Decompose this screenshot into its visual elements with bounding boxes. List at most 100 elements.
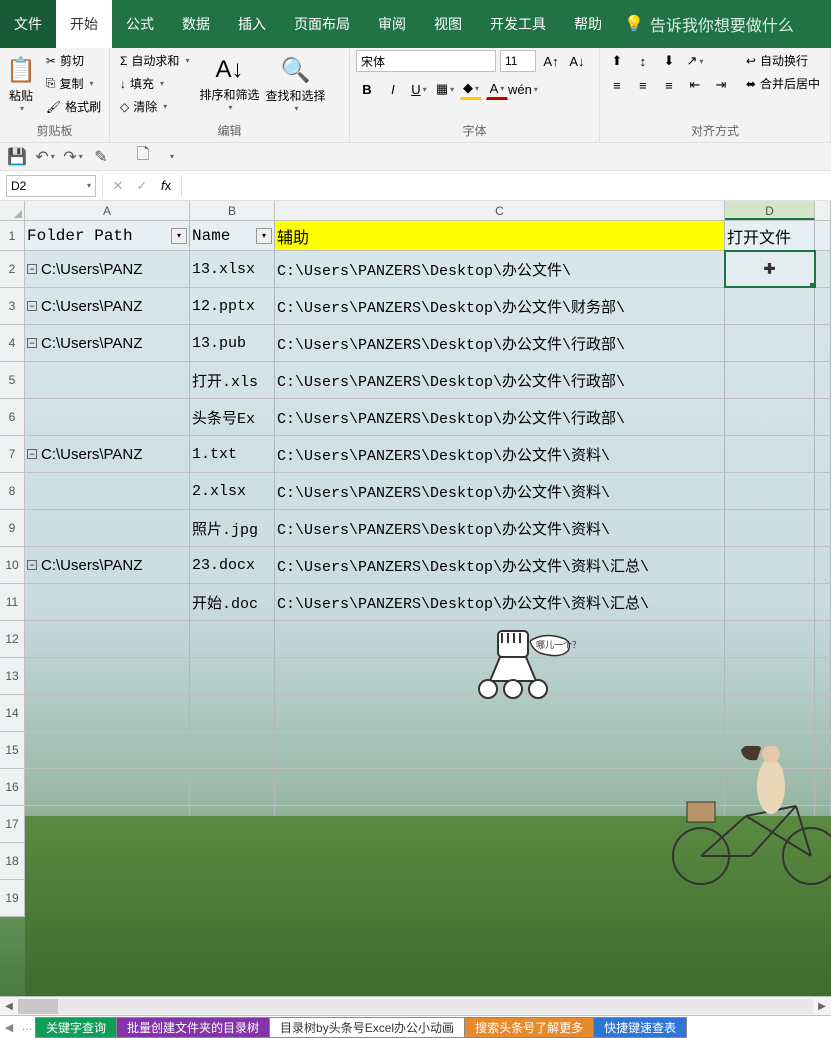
row-header[interactable]: 13 xyxy=(0,658,25,694)
tab-layout[interactable]: 页面布局 xyxy=(280,0,364,48)
cell-A9[interactable] xyxy=(25,510,190,546)
scroll-right-icon[interactable]: ▶ xyxy=(813,1001,831,1012)
border-button[interactable]: ▦▾ xyxy=(434,78,456,100)
cell-A19[interactable] xyxy=(25,880,190,916)
sheet-tab-3[interactable]: 目录树by头条号Excel办公小动画 xyxy=(269,1017,465,1038)
cell-C10[interactable]: C:\Users\PANZERS\Desktop\办公文件\资料\汇总\ xyxy=(275,547,725,583)
cell-D14[interactable] xyxy=(725,695,815,731)
sort-filter-button[interactable]: A↓ 排序和筛选▾ xyxy=(199,50,259,118)
outline-toggle[interactable]: − xyxy=(27,449,37,459)
indent-increase-button[interactable]: ⇥ xyxy=(710,74,732,96)
cell-D9[interactable] xyxy=(725,510,815,546)
scroll-left-icon[interactable]: ◀ xyxy=(0,1001,18,1012)
undo-button[interactable]: ↶▾ xyxy=(34,146,56,168)
cell-E6[interactable] xyxy=(815,399,831,435)
cell-C4[interactable]: C:\Users\PANZERS\Desktop\办公文件\行政部\ xyxy=(275,325,725,361)
row-header[interactable]: 5 xyxy=(0,362,25,398)
cell-C15[interactable] xyxy=(275,732,725,768)
row-header[interactable]: 7 xyxy=(0,436,25,472)
cell-A1[interactable]: Folder Path▾ xyxy=(25,221,190,250)
underline-button[interactable]: U▾ xyxy=(408,78,430,100)
cell-A2[interactable]: −C:\Users\PANZ xyxy=(25,251,190,287)
cell-E15[interactable] xyxy=(815,732,831,768)
orientation-button[interactable]: ↗▾ xyxy=(684,50,706,72)
cell-A13[interactable] xyxy=(25,658,190,694)
cell-D18[interactable] xyxy=(725,843,815,879)
row-header[interactable]: 1 xyxy=(0,221,25,250)
cell-D2[interactable]: ✚ xyxy=(725,251,815,287)
cell-D13[interactable] xyxy=(725,658,815,694)
col-header-d[interactable]: D xyxy=(725,201,815,220)
cell-C19[interactable] xyxy=(275,880,725,916)
name-box[interactable]: D2 ▾ xyxy=(6,175,96,197)
cell-D1[interactable]: 打开文件 xyxy=(725,221,815,250)
cell-C2[interactable]: C:\Users\PANZERS\Desktop\办公文件\ xyxy=(275,251,725,287)
cell-E7[interactable] xyxy=(815,436,831,472)
tab-view[interactable]: 视图 xyxy=(420,0,476,48)
cell-B7[interactable]: 1.txt xyxy=(190,436,275,472)
decrease-font-button[interactable]: A↓ xyxy=(566,50,588,72)
cancel-formula-button[interactable]: ✕ xyxy=(107,175,129,197)
outline-toggle[interactable]: − xyxy=(27,560,37,570)
row-header[interactable]: 9 xyxy=(0,510,25,546)
row-header[interactable]: 11 xyxy=(0,584,25,620)
paste-button[interactable]: 📋 粘贴 ▾ xyxy=(6,50,36,118)
cell-D6[interactable] xyxy=(725,399,815,435)
cell-E16[interactable] xyxy=(815,769,831,805)
cell-B4[interactable]: 13.pub xyxy=(190,325,275,361)
cell-E17[interactable] xyxy=(815,806,831,842)
cell-A12[interactable] xyxy=(25,621,190,657)
sheet-tab-2[interactable]: 批量创建文件夹的目录树 xyxy=(116,1017,270,1038)
cell-B11[interactable]: 开始.doc xyxy=(190,584,275,620)
row-header[interactable]: 14 xyxy=(0,695,25,731)
sheet-nav-first[interactable]: ◀ xyxy=(0,1021,18,1034)
bold-button[interactable]: B xyxy=(356,78,378,100)
copy-button[interactable]: ⎘复制▾ xyxy=(42,73,105,94)
cell-E18[interactable] xyxy=(815,843,831,879)
cell-B15[interactable] xyxy=(190,732,275,768)
cell-D4[interactable] xyxy=(725,325,815,361)
cell-A14[interactable] xyxy=(25,695,190,731)
col-header-c[interactable]: C xyxy=(275,201,725,220)
increase-font-button[interactable]: A↑ xyxy=(540,50,562,72)
cell-D11[interactable] xyxy=(725,584,815,620)
cell-A4[interactable]: −C:\Users\PANZ xyxy=(25,325,190,361)
font-name-select[interactable] xyxy=(356,50,496,72)
cell-D8[interactable] xyxy=(725,473,815,509)
sheet-tab-5[interactable]: 快捷键速查表 xyxy=(593,1017,687,1038)
tab-review[interactable]: 审阅 xyxy=(364,0,420,48)
phonetic-button[interactable]: wén▾ xyxy=(512,78,534,100)
tab-formula[interactable]: 公式 xyxy=(112,0,168,48)
cell-A6[interactable] xyxy=(25,399,190,435)
format-painter-button[interactable]: 🖌格式刷 xyxy=(42,96,105,117)
cell-A10[interactable]: −C:\Users\PANZ xyxy=(25,547,190,583)
filter-button[interactable]: ▾ xyxy=(171,228,187,244)
row-header[interactable]: 4 xyxy=(0,325,25,361)
col-header-b[interactable]: B xyxy=(190,201,275,220)
tab-dev[interactable]: 开发工具 xyxy=(476,0,560,48)
find-select-button[interactable]: 🔍 查找和选择▾ xyxy=(265,50,325,118)
cell-A3[interactable]: −C:\Users\PANZ xyxy=(25,288,190,324)
cell-D10[interactable] xyxy=(725,547,815,583)
row-header[interactable]: 3 xyxy=(0,288,25,324)
cell-C5[interactable]: C:\Users\PANZERS\Desktop\办公文件\行政部\ xyxy=(275,362,725,398)
align-top-button[interactable]: ⬆ xyxy=(606,50,628,72)
cell-D19[interactable] xyxy=(725,880,815,916)
sheet-tab-1[interactable]: 关键字查询 xyxy=(35,1017,117,1038)
cell-D7[interactable] xyxy=(725,436,815,472)
cell-E2[interactable] xyxy=(815,251,831,287)
accept-formula-button[interactable]: ✓ xyxy=(131,175,153,197)
tab-file[interactable]: 文件 xyxy=(0,0,56,48)
col-header-e[interactable] xyxy=(815,201,831,220)
cell-B18[interactable] xyxy=(190,843,275,879)
cell-E5[interactable] xyxy=(815,362,831,398)
cell-E1[interactable] xyxy=(815,221,831,250)
cell-D15[interactable] xyxy=(725,732,815,768)
row-header[interactable]: 8 xyxy=(0,473,25,509)
cell-B1[interactable]: Name▾ xyxy=(190,221,275,250)
font-size-select[interactable] xyxy=(500,50,536,72)
cell-A5[interactable] xyxy=(25,362,190,398)
tab-insert[interactable]: 插入 xyxy=(224,0,280,48)
cut-button[interactable]: ✂剪切 xyxy=(42,50,105,71)
align-middle-button[interactable]: ↕ xyxy=(632,50,654,72)
